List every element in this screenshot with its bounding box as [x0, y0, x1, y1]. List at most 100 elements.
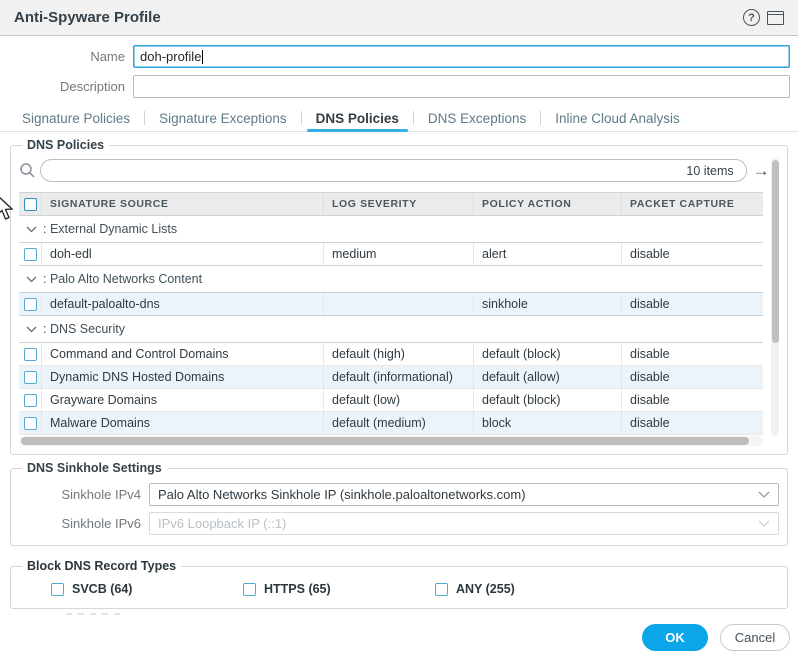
block-dns-section: Block DNS Record Types SVCB (64)HTTPS (6…: [10, 566, 788, 609]
name-value: doh-profile: [140, 49, 201, 64]
search-icon: [19, 162, 36, 179]
table-row[interactable]: Dynamic DNS Hosted Domainsdefault (infor…: [19, 366, 763, 389]
block-dns-option: SVCB (64): [51, 582, 243, 596]
row-checkbox[interactable]: [24, 417, 37, 430]
block-dns-checkbox[interactable]: [51, 583, 64, 596]
tab-dns-exceptions[interactable]: DNS Exceptions: [414, 105, 540, 131]
tab-bar: Signature PoliciesSignature ExceptionsDN…: [0, 105, 798, 132]
cell-signature-source: default-paloalto-dns: [41, 293, 323, 315]
items-count-badge: 10 items: [686, 164, 733, 178]
table-row[interactable]: doh-edlmediumalertdisable: [19, 243, 763, 266]
window-icon[interactable]: [767, 11, 784, 25]
block-dns-option-label: HTTPS (65): [264, 582, 331, 596]
chevron-down-icon[interactable]: [26, 326, 37, 333]
column-header[interactable]: LOG SEVERITY: [323, 193, 473, 215]
table-row[interactable]: Malware Domainsdefault (medium)blockdisa…: [19, 412, 763, 435]
block-dns-checkbox[interactable]: [243, 583, 256, 596]
group-row[interactable]: : Palo Alto Networks Content: [19, 265, 763, 293]
sinkhole-ipv6-value: IPv6 Loopback IP (::1): [158, 516, 286, 531]
cell-log-severity: default (high): [323, 343, 473, 365]
cell-signature-source: Malware Domains: [41, 412, 323, 434]
cancel-button[interactable]: Cancel: [720, 624, 790, 651]
row-checkbox[interactable]: [24, 348, 37, 361]
cell-packet-capture: disable: [621, 366, 753, 388]
cell-packet-capture: disable: [621, 389, 753, 411]
tab-signature-policies[interactable]: Signature Policies: [8, 105, 144, 131]
tab-dns-policies[interactable]: DNS Policies: [302, 105, 413, 131]
dns-sinkhole-legend: DNS Sinkhole Settings: [22, 461, 167, 476]
cell-log-severity: default (low): [323, 389, 473, 411]
cell-policy-action: default (allow): [473, 366, 621, 388]
cell-signature-source: doh-edl: [41, 243, 323, 265]
block-dns-checkbox[interactable]: [435, 583, 448, 596]
chevron-down-icon[interactable]: [26, 276, 37, 283]
chevron-down-icon: [758, 491, 770, 498]
ok-button[interactable]: OK: [642, 624, 708, 651]
tab-signature-exceptions[interactable]: Signature Exceptions: [145, 105, 301, 131]
help-icon[interactable]: ?: [743, 9, 760, 26]
sinkhole-ipv4-value: Palo Alto Networks Sinkhole IP (sinkhole…: [158, 487, 526, 502]
cell-log-severity: medium: [323, 243, 473, 265]
row-checkbox[interactable]: [24, 394, 37, 407]
sinkhole-ipv4-label: Sinkhole IPv4: [11, 487, 149, 502]
group-label: : Palo Alto Networks Content: [43, 272, 202, 286]
text-caret: [202, 50, 203, 64]
table-row[interactable]: Command and Control Domainsdefault (high…: [19, 343, 763, 366]
cell-policy-action: default (block): [473, 389, 621, 411]
dns-sinkhole-section: DNS Sinkhole Settings Sinkhole IPv4 Palo…: [10, 468, 788, 546]
vertical-scrollbar[interactable]: [771, 158, 779, 436]
column-header[interactable]: POLICY ACTION: [473, 193, 621, 215]
row-checkbox[interactable]: [24, 371, 37, 384]
sinkhole-ipv4-select[interactable]: Palo Alto Networks Sinkhole IP (sinkhole…: [149, 483, 779, 506]
chevron-down-icon: [758, 520, 770, 527]
cell-signature-source: Grayware Domains: [41, 389, 323, 411]
cell-policy-action: default (block): [473, 343, 621, 365]
cell-log-severity: [323, 293, 473, 315]
block-dns-option: ANY (255): [435, 582, 627, 596]
vertical-scrollbar-thumb[interactable]: [772, 160, 779, 343]
select-all-checkbox[interactable]: [24, 198, 37, 211]
row-checkbox[interactable]: [24, 248, 37, 261]
description-field[interactable]: [133, 75, 790, 98]
block-dns-option: HTTPS (65): [243, 582, 435, 596]
cell-packet-capture: disable: [621, 412, 753, 434]
dns-policies-section: DNS Policies 10 items → › SIGNATURE SOUR…: [10, 145, 788, 455]
sinkhole-ipv6-select[interactable]: IPv6 Loopback IP (::1): [149, 512, 779, 535]
column-header[interactable]: PACKET CAPTURE: [621, 193, 753, 215]
cell-log-severity: default (medium): [323, 412, 473, 434]
table-row[interactable]: default-paloalto-dns sinkholedisable: [19, 293, 763, 316]
clipped-text-artifact: [66, 613, 122, 615]
group-label: : External Dynamic Lists: [43, 222, 177, 236]
search-input[interactable]: 10 items: [40, 159, 747, 182]
chevron-down-icon[interactable]: [26, 226, 37, 233]
horizontal-scrollbar-thumb[interactable]: [21, 437, 749, 445]
column-header[interactable]: SIGNATURE SOURCE: [41, 193, 323, 215]
dialog-footer: OK Cancel: [642, 624, 790, 651]
cell-packet-capture: disable: [621, 343, 753, 365]
cell-signature-source: Command and Control Domains: [41, 343, 323, 365]
sinkhole-ipv6-label: Sinkhole IPv6: [11, 516, 149, 531]
horizontal-scrollbar[interactable]: [19, 436, 763, 446]
block-dns-option-label: SVCB (64): [72, 582, 132, 596]
cell-policy-action: sinkhole: [473, 293, 621, 315]
cell-log-severity: default (informational): [323, 366, 473, 388]
cell-signature-source: Dynamic DNS Hosted Domains: [41, 366, 323, 388]
table-header-row: SIGNATURE SOURCELOG SEVERITYPOLICY ACTIO…: [19, 192, 763, 216]
group-label: : DNS Security: [43, 322, 125, 336]
cell-policy-action: alert: [473, 243, 621, 265]
table-row[interactable]: Grayware Domainsdefault (low)default (bl…: [19, 389, 763, 412]
tab-inline-cloud-analysis[interactable]: Inline Cloud Analysis: [541, 105, 694, 131]
cell-packet-capture: disable: [621, 293, 753, 315]
name-label: Name: [0, 49, 133, 64]
cell-policy-action: block: [473, 412, 621, 434]
group-row[interactable]: : DNS Security: [19, 315, 763, 343]
row-checkbox[interactable]: [24, 298, 37, 311]
dns-policies-table: SIGNATURE SOURCELOG SEVERITYPOLICY ACTIO…: [19, 192, 763, 435]
block-dns-legend: Block DNS Record Types: [22, 559, 181, 574]
name-field[interactable]: doh-profile: [133, 45, 790, 68]
profile-form: Name doh-profile Description: [0, 36, 798, 98]
export-arrow-icon[interactable]: →: [753, 162, 770, 179]
group-row[interactable]: : External Dynamic Lists: [19, 215, 763, 243]
cell-packet-capture: disable: [621, 243, 753, 265]
description-label: Description: [0, 79, 133, 94]
